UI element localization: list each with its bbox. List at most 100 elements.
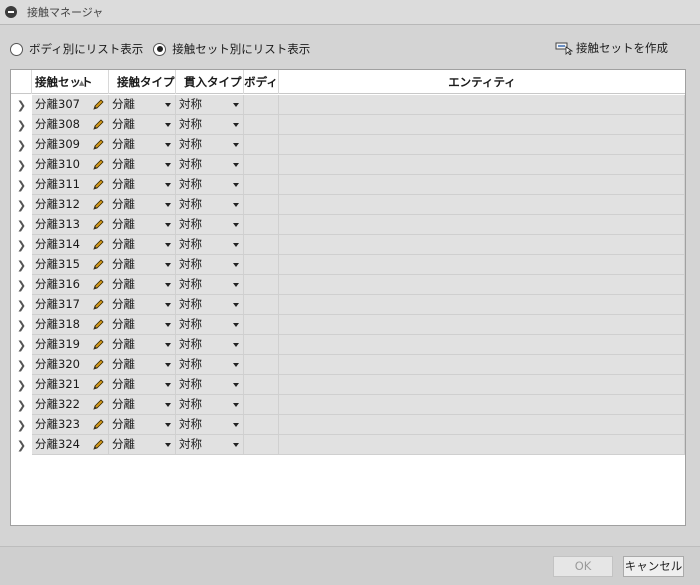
table-row[interactable]: ❯ 分離320 分離 対称 xyxy=(11,355,685,375)
list-by-contact-set-label[interactable]: 接触セット別にリスト表示 xyxy=(172,41,310,57)
entity-cell[interactable] xyxy=(279,115,685,135)
entity-cell[interactable] xyxy=(279,355,685,375)
contact-type-dropdown[interactable]: 分離 xyxy=(109,155,176,175)
penetration-type-dropdown[interactable]: 対称 xyxy=(176,255,244,275)
entity-cell[interactable] xyxy=(279,275,685,295)
entity-cell[interactable] xyxy=(279,215,685,235)
entity-cell[interactable] xyxy=(279,315,685,335)
contact-set-name-cell[interactable]: 分離311 xyxy=(32,175,109,195)
contact-set-name-cell[interactable]: 分離324 xyxy=(32,435,109,455)
entity-cell[interactable] xyxy=(279,335,685,355)
contact-type-dropdown[interactable]: 分離 xyxy=(109,115,176,135)
body-cell[interactable] xyxy=(244,275,279,295)
row-expand-icon[interactable]: ❯ xyxy=(11,255,32,275)
contact-set-name-cell[interactable]: 分離323 xyxy=(32,415,109,435)
body-cell[interactable] xyxy=(244,375,279,395)
penetration-type-dropdown[interactable]: 対称 xyxy=(176,235,244,255)
rename-pencil-icon[interactable] xyxy=(92,318,104,330)
row-expand-icon[interactable]: ❯ xyxy=(11,375,32,395)
list-by-body-label[interactable]: ボディ別にリスト表示 xyxy=(29,41,143,57)
body-cell[interactable] xyxy=(244,195,279,215)
contact-set-name-cell[interactable]: 分離313 xyxy=(32,215,109,235)
table-row[interactable]: ❯ 分離314 分離 対称 xyxy=(11,235,685,255)
contact-set-name-cell[interactable]: 分離314 xyxy=(32,235,109,255)
cancel-button[interactable]: キャンセル xyxy=(623,556,684,577)
contact-type-dropdown[interactable]: 分離 xyxy=(109,395,176,415)
table-row[interactable]: ❯ 分離311 分離 対称 xyxy=(11,175,685,195)
row-expand-icon[interactable]: ❯ xyxy=(11,155,32,175)
body-cell[interactable] xyxy=(244,175,279,195)
row-expand-icon[interactable]: ❯ xyxy=(11,435,32,455)
penetration-type-dropdown[interactable]: 対称 xyxy=(176,155,244,175)
contact-type-dropdown[interactable]: 分離 xyxy=(109,175,176,195)
contact-type-dropdown[interactable]: 分離 xyxy=(109,95,176,115)
body-cell[interactable] xyxy=(244,435,279,455)
row-expand-icon[interactable]: ❯ xyxy=(11,395,32,415)
row-expand-icon[interactable]: ❯ xyxy=(11,195,32,215)
contact-set-name-cell[interactable]: 分離319 xyxy=(32,335,109,355)
rename-pencil-icon[interactable] xyxy=(92,238,104,250)
penetration-type-dropdown[interactable]: 対称 xyxy=(176,435,244,455)
table-row[interactable]: ❯ 分離317 分離 対称 xyxy=(11,295,685,315)
penetration-type-dropdown[interactable]: 対称 xyxy=(176,315,244,335)
row-expand-icon[interactable]: ❯ xyxy=(11,415,32,435)
row-expand-icon[interactable]: ❯ xyxy=(11,235,32,255)
column-header-body[interactable]: ボディ xyxy=(244,70,279,94)
entity-cell[interactable] xyxy=(279,395,685,415)
contact-set-name-cell[interactable]: 分離318 xyxy=(32,315,109,335)
entity-cell[interactable] xyxy=(279,175,685,195)
contact-type-dropdown[interactable]: 分離 xyxy=(109,335,176,355)
rename-pencil-icon[interactable] xyxy=(92,218,104,230)
row-expand-icon[interactable]: ❯ xyxy=(11,215,32,235)
contact-type-dropdown[interactable]: 分離 xyxy=(109,195,176,215)
penetration-type-dropdown[interactable]: 対称 xyxy=(176,175,244,195)
penetration-type-dropdown[interactable]: 対称 xyxy=(176,135,244,155)
contact-set-name-cell[interactable]: 分離316 xyxy=(32,275,109,295)
penetration-type-dropdown[interactable]: 対称 xyxy=(176,95,244,115)
contact-set-name-cell[interactable]: 分離315 xyxy=(32,255,109,275)
ok-button[interactable]: OK xyxy=(553,556,613,577)
table-row[interactable]: ❯ 分離318 分離 対称 xyxy=(11,315,685,335)
list-by-body-radio[interactable] xyxy=(10,42,23,56)
column-header-entity[interactable]: エンティティ xyxy=(279,70,685,94)
rename-pencil-icon[interactable] xyxy=(92,98,104,110)
contact-type-dropdown[interactable]: 分離 xyxy=(109,315,176,335)
table-row[interactable]: ❯ 分離313 分離 対称 xyxy=(11,215,685,235)
table-row[interactable]: ❯ 分離310 分離 対称 xyxy=(11,155,685,175)
table-row[interactable]: ❯ 分離315 分離 対称 xyxy=(11,255,685,275)
contact-set-name-cell[interactable]: 分離317 xyxy=(32,295,109,315)
contact-set-name-cell[interactable]: 分離322 xyxy=(32,395,109,415)
rename-pencil-icon[interactable] xyxy=(92,298,104,310)
contact-type-dropdown[interactable]: 分離 xyxy=(109,275,176,295)
contact-type-dropdown[interactable]: 分離 xyxy=(109,355,176,375)
contact-set-name-cell[interactable]: 分離310 xyxy=(32,155,109,175)
body-cell[interactable] xyxy=(244,115,279,135)
column-header-contact-type[interactable]: 接触タイプ xyxy=(109,70,176,94)
body-cell[interactable] xyxy=(244,235,279,255)
table-row[interactable]: ❯ 分離312 分離 対称 xyxy=(11,195,685,215)
rename-pencil-icon[interactable] xyxy=(92,358,104,370)
table-row[interactable]: ❯ 分離309 分離 対称 xyxy=(11,135,685,155)
penetration-type-dropdown[interactable]: 対称 xyxy=(176,415,244,435)
row-expand-icon[interactable]: ❯ xyxy=(11,315,32,335)
penetration-type-dropdown[interactable]: 対称 xyxy=(176,275,244,295)
body-cell[interactable] xyxy=(244,255,279,275)
table-row[interactable]: ❯ 分離322 分離 対称 xyxy=(11,395,685,415)
body-cell[interactable] xyxy=(244,395,279,415)
rename-pencil-icon[interactable] xyxy=(92,398,104,410)
contact-set-name-cell[interactable]: 分離307 xyxy=(32,95,109,115)
window-menu-icon[interactable] xyxy=(5,6,17,18)
row-expand-icon[interactable]: ❯ xyxy=(11,295,32,315)
table-row[interactable]: ❯ 分離307 分離 対称 xyxy=(11,95,685,115)
column-header-contact-set[interactable]: 接触セット ▲ xyxy=(32,70,109,94)
contact-type-dropdown[interactable]: 分離 xyxy=(109,415,176,435)
body-cell[interactable] xyxy=(244,315,279,335)
contact-type-dropdown[interactable]: 分離 xyxy=(109,135,176,155)
rename-pencil-icon[interactable] xyxy=(92,198,104,210)
penetration-type-dropdown[interactable]: 対称 xyxy=(176,115,244,135)
entity-cell[interactable] xyxy=(279,415,685,435)
rename-pencil-icon[interactable] xyxy=(92,138,104,150)
row-expand-icon[interactable]: ❯ xyxy=(11,115,32,135)
entity-cell[interactable] xyxy=(279,95,685,115)
create-contact-set-label[interactable]: 接触セットを作成 xyxy=(576,40,668,56)
